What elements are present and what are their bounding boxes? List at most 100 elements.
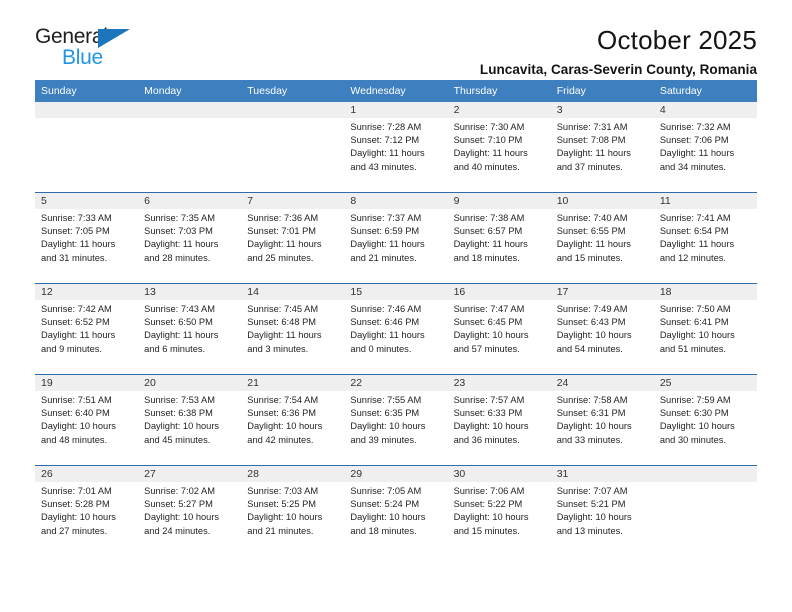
calendar-day-cell[interactable]: 19 Sunrise: 7:51 AM Sunset: 6:40 PM Dayligh… — [35, 374, 139, 466]
day-details: Sunrise: 7:45 AM Sunset: 6:48 PM Daylight:… — [241, 300, 344, 356]
calendar-day-cell[interactable]: 31 Sunrise: 7:07 AM Sunset: 5:21 PM Dayligh… — [550, 465, 654, 556]
calendar-day-cell[interactable]: 23 Sunrise: 7:57 AM Sunset: 6:33 PM Dayligh… — [447, 374, 551, 466]
daylight-duration-line2: and 31 minutes. — [41, 252, 108, 263]
day-details: Sunrise: 7:59 AM Sunset: 6:30 PM Daylight:… — [654, 391, 757, 447]
calendar-day-cell[interactable]: 3 Sunrise: 7:31 AM Sunset: 7:08 PM Daylight… — [550, 102, 654, 193]
calendar-day-cell[interactable]: 30 Sunrise: 7:06 AM Sunset: 5:22 PM Dayligh… — [447, 465, 551, 556]
sunrise-time: Sunrise: 7:42 AM — [41, 304, 112, 314]
calendar-day-cell[interactable]: 12 Sunrise: 7:42 AM Sunset: 6:52 PM Dayligh… — [35, 283, 139, 375]
calendar-day-cell[interactable]: 4 Sunrise: 7:32 AM Sunset: 7:06 PM Daylight… — [653, 102, 757, 193]
sunrise-time: Sunrise: 7:36 AM — [247, 213, 319, 223]
daylight-duration-line1: Daylight: 10 hours — [556, 330, 632, 341]
calendar-day-cell[interactable]: 7 Sunrise: 7:36 AM Sunset: 7:01 PM Daylight… — [241, 192, 345, 284]
day-details: Sunrise: 7:57 AM Sunset: 6:33 PM Daylight:… — [448, 391, 551, 447]
day-cell-content: 8 Sunrise: 7:37 AM Sunset: 6:59 PM Daylight… — [344, 193, 448, 283]
daylight-duration-line1: Daylight: 10 hours — [247, 421, 323, 432]
calendar-day-cell[interactable]: 22 Sunrise: 7:55 AM Sunset: 6:35 PM Dayligh… — [344, 374, 448, 466]
day-cell-content: 24 Sunrise: 7:58 AM Sunset: 6:31 PM Dayligh… — [550, 375, 654, 465]
day-number: 31 — [550, 466, 654, 482]
sunset-time: Sunset: 5:27 PM — [144, 499, 213, 510]
calendar-day-cell[interactable]: 17 Sunrise: 7:49 AM Sunset: 6:43 PM Dayligh… — [550, 283, 654, 375]
calendar-day-cell[interactable]: 24 Sunrise: 7:58 AM Sunset: 6:31 PM Dayligh… — [550, 374, 654, 466]
daylight-duration-line2: and 48 minutes. — [41, 434, 108, 445]
daylight-duration-line2: and 3 minutes. — [247, 343, 309, 354]
daylight-duration-line2: and 45 minutes. — [144, 434, 211, 445]
daylight-duration-line1: Daylight: 11 hours — [41, 239, 116, 250]
day-cell-content — [138, 102, 242, 192]
calendar-day-cell[interactable]: 20 Sunrise: 7:53 AM Sunset: 6:38 PM Dayligh… — [138, 374, 242, 466]
calendar-day-cell[interactable]: 16 Sunrise: 7:47 AM Sunset: 6:45 PM Dayligh… — [447, 283, 551, 375]
day-details: Sunrise: 7:42 AM Sunset: 6:52 PM Daylight:… — [35, 300, 138, 356]
day-number: 24 — [550, 375, 654, 391]
calendar-day-cell[interactable]: 6 Sunrise: 7:35 AM Sunset: 7:03 PM Daylight… — [138, 192, 242, 284]
day-cell-content — [653, 466, 757, 556]
sunrise-time: Sunrise: 7:49 AM — [556, 304, 628, 314]
daylight-duration-line1: Daylight: 10 hours — [556, 512, 632, 523]
daylight-duration-line2: and 51 minutes. — [659, 343, 726, 354]
calendar-page: General Blue October 2025 Luncavita, Car… — [0, 0, 792, 612]
sunset-time: Sunset: 6:35 PM — [350, 408, 420, 419]
calendar-day-cell[interactable]: 25 Sunrise: 7:59 AM Sunset: 6:30 PM Dayligh… — [653, 374, 757, 466]
calendar-day-cell[interactable]: 11 Sunrise: 7:41 AM Sunset: 6:54 PM Dayligh… — [653, 192, 757, 284]
sunrise-time: Sunrise: 7:41 AM — [659, 213, 731, 223]
sunrise-time: Sunrise: 7:31 AM — [556, 122, 628, 132]
day-details: Sunrise: 7:28 AM Sunset: 7:12 PM Daylight:… — [344, 118, 447, 174]
day-cell-content: 11 Sunrise: 7:41 AM Sunset: 6:54 PM Dayligh… — [653, 193, 757, 283]
calendar-header-row: Sunday Monday Tuesday Wednesday Thursday… — [35, 80, 757, 102]
calendar-day-cell[interactable]: 9 Sunrise: 7:38 AM Sunset: 6:57 PM Daylight… — [447, 192, 551, 284]
sunset-time: Sunset: 5:28 PM — [41, 499, 110, 510]
daylight-duration-line2: and 39 minutes. — [350, 434, 417, 445]
day-details — [138, 118, 241, 121]
sunset-time: Sunset: 6:45 PM — [453, 317, 523, 328]
calendar-day-cell[interactable]: 13 Sunrise: 7:43 AM Sunset: 6:50 PM Dayligh… — [138, 283, 242, 375]
daylight-duration-line2: and 28 minutes. — [144, 252, 211, 263]
weekday-header-tuesday: Tuesday — [241, 80, 345, 102]
daylight-duration-line2: and 30 minutes. — [659, 434, 726, 445]
day-cell-content: 18 Sunrise: 7:50 AM Sunset: 6:41 PM Dayligh… — [653, 284, 757, 374]
day-number: 5 — [35, 193, 139, 209]
daylight-duration-line1: Daylight: 10 hours — [41, 421, 116, 432]
day-number: 9 — [447, 193, 551, 209]
calendar-day-cell[interactable]: 15 Sunrise: 7:46 AM Sunset: 6:46 PM Dayligh… — [344, 283, 448, 375]
sunrise-time: Sunrise: 7:50 AM — [659, 304, 731, 314]
day-cell-content: 6 Sunrise: 7:35 AM Sunset: 7:03 PM Daylight… — [138, 193, 242, 283]
daylight-duration-line2: and 24 minutes. — [144, 525, 211, 536]
day-number — [241, 102, 345, 118]
daylight-duration-line1: Daylight: 10 hours — [247, 512, 323, 523]
generalblue-logo[interactable]: General Blue — [35, 26, 155, 76]
day-cell-content: 31 Sunrise: 7:07 AM Sunset: 5:21 PM Dayligh… — [550, 466, 654, 556]
sunset-time: Sunset: 5:22 PM — [453, 499, 523, 510]
calendar-day-cell[interactable]: 8 Sunrise: 7:37 AM Sunset: 6:59 PM Daylight… — [344, 192, 448, 284]
sunrise-time: Sunrise: 7:01 AM — [41, 486, 112, 496]
day-details: Sunrise: 7:41 AM Sunset: 6:54 PM Daylight:… — [654, 209, 757, 265]
calendar-day-cell[interactable]: 10 Sunrise: 7:40 AM Sunset: 6:55 PM Dayligh… — [550, 192, 654, 284]
day-number: 17 — [550, 284, 654, 300]
calendar-day-cell[interactable]: 29 Sunrise: 7:05 AM Sunset: 5:24 PM Dayligh… — [344, 465, 448, 556]
day-details: Sunrise: 7:49 AM Sunset: 6:43 PM Daylight:… — [551, 300, 654, 356]
day-number: 22 — [344, 375, 448, 391]
daylight-duration-line1: Daylight: 11 hours — [350, 330, 425, 341]
sunset-time: Sunset: 6:57 PM — [453, 226, 523, 237]
sunrise-time: Sunrise: 7:46 AM — [350, 304, 422, 314]
calendar-day-cell[interactable]: 14 Sunrise: 7:45 AM Sunset: 6:48 PM Dayligh… — [241, 283, 345, 375]
calendar-day-cell[interactable]: 2 Sunrise: 7:30 AM Sunset: 7:10 PM Daylight… — [447, 102, 551, 193]
daylight-duration-line1: Daylight: 11 hours — [556, 239, 631, 250]
calendar-day-cell[interactable]: 18 Sunrise: 7:50 AM Sunset: 6:41 PM Dayligh… — [653, 283, 757, 375]
daylight-duration-line2: and 37 minutes. — [556, 161, 623, 172]
daylight-duration-line1: Daylight: 11 hours — [247, 239, 322, 250]
calendar-day-cell[interactable]: 27 Sunrise: 7:02 AM Sunset: 5:27 PM Dayligh… — [138, 465, 242, 556]
calendar-day-cell[interactable]: 21 Sunrise: 7:54 AM Sunset: 6:36 PM Dayligh… — [241, 374, 345, 466]
calendar-day-cell[interactable]: 5 Sunrise: 7:33 AM Sunset: 7:05 PM Daylight… — [35, 192, 139, 284]
calendar-day-cell[interactable]: 1 Sunrise: 7:28 AM Sunset: 7:12 PM Daylight… — [344, 102, 448, 193]
sunrise-time: Sunrise: 7:30 AM — [453, 122, 525, 132]
day-details: Sunrise: 7:46 AM Sunset: 6:46 PM Daylight:… — [344, 300, 447, 356]
sunset-time: Sunset: 6:52 PM — [41, 317, 110, 328]
calendar-day-cell[interactable]: 28 Sunrise: 7:03 AM Sunset: 5:25 PM Dayligh… — [241, 465, 345, 556]
daylight-duration-line2: and 40 minutes. — [453, 161, 520, 172]
day-number: 15 — [344, 284, 448, 300]
day-cell-content: 27 Sunrise: 7:02 AM Sunset: 5:27 PM Dayligh… — [138, 466, 242, 556]
daylight-duration-line1: Daylight: 11 hours — [144, 239, 219, 250]
day-cell-content: 19 Sunrise: 7:51 AM Sunset: 6:40 PM Dayligh… — [35, 375, 139, 465]
day-cell-content: 7 Sunrise: 7:36 AM Sunset: 7:01 PM Daylight… — [241, 193, 345, 283]
calendar-day-cell[interactable]: 26 Sunrise: 7:01 AM Sunset: 5:28 PM Dayligh… — [35, 465, 139, 556]
